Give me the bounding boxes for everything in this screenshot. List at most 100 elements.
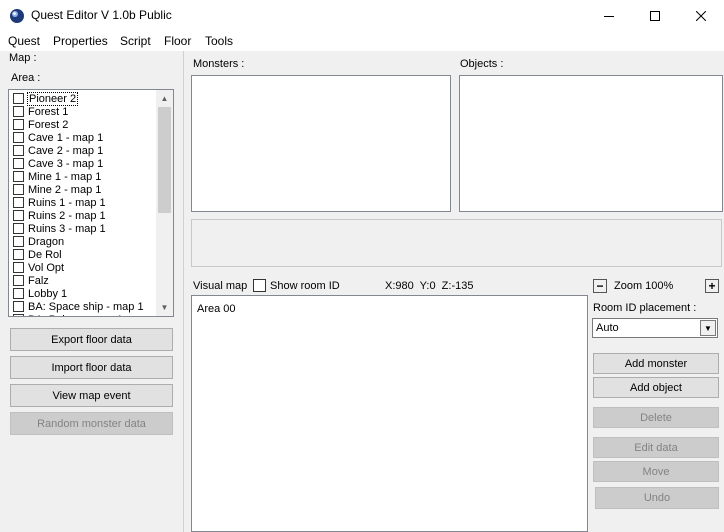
area-list-item[interactable]: Cave 2 - map 1 (13, 144, 103, 157)
area-item-label: Forest 1 (28, 105, 69, 118)
add-object-button[interactable]: Add object (593, 377, 719, 398)
area-item-label: Cave 1 - map 1 (28, 131, 104, 144)
area-checkbox[interactable] (13, 314, 24, 316)
zoom-level: Zoom 100% (614, 280, 674, 292)
menu-bar: Quest Properties Script Floor Tools (0, 31, 724, 51)
area-checkbox[interactable] (13, 236, 24, 247)
area-checkbox[interactable] (13, 288, 24, 299)
room-id-placement-label: Room ID placement : (593, 302, 697, 314)
show-room-id-checkbox[interactable] (253, 279, 266, 292)
edit-data-button[interactable]: Edit data (593, 437, 719, 458)
minimize-button[interactable] (586, 0, 632, 31)
area-item-label: Ruins 2 - map 1 (28, 209, 106, 222)
area-checkbox[interactable] (13, 184, 24, 195)
scroll-up-icon[interactable]: ▲ (156, 90, 173, 107)
area-list-item[interactable]: BA: Space ship - map 1 (13, 300, 144, 313)
area-checkbox[interactable] (13, 158, 24, 169)
maximize-button[interactable] (632, 0, 678, 31)
menu-tools[interactable]: Tools (205, 34, 233, 48)
area-list-item[interactable]: Ruins 3 - map 1 (13, 222, 106, 235)
area-item-label: Dragon (28, 235, 65, 248)
area-item-label: De Rol (28, 248, 62, 261)
area-list-item[interactable]: Forest 1 (13, 105, 68, 118)
close-button[interactable] (678, 0, 724, 31)
objects-label: Objects : (460, 58, 504, 70)
area-checkbox[interactable] (13, 197, 24, 208)
objects-list[interactable] (459, 75, 723, 212)
area-list-item[interactable]: Pioneer 2 (13, 91, 79, 106)
area-item-label: Mine 2 - map 1 (28, 183, 102, 196)
room-id-placement-select[interactable]: Auto ▼ (592, 318, 718, 338)
maximize-icon (650, 10, 660, 21)
area-checkbox[interactable] (13, 249, 24, 260)
area-list-item[interactable]: Vol Opt (13, 261, 64, 274)
zoom-in-button[interactable]: + (705, 279, 719, 293)
delete-button[interactable]: Delete (593, 407, 719, 428)
app-icon (9, 8, 25, 24)
scroll-thumb[interactable] (158, 107, 171, 213)
area-checkbox[interactable] (13, 93, 24, 104)
close-icon (696, 10, 706, 21)
area-checkbox[interactable] (13, 119, 24, 130)
chevron-down-icon: ▼ (700, 320, 716, 336)
area-list-item[interactable]: Cave 1 - map 1 (13, 131, 103, 144)
import-floor-button[interactable]: Import floor data (10, 356, 173, 379)
area-list-item[interactable]: Lobby 1 (13, 287, 67, 300)
area-list-item[interactable]: Ruins 1 - map 1 (13, 196, 106, 209)
view-map-event-button[interactable]: View map event (10, 384, 173, 407)
map-label: Map : (9, 52, 37, 64)
show-room-id-label: Show room ID (270, 280, 340, 292)
area-checkbox[interactable] (13, 210, 24, 221)
add-monster-button[interactable]: Add monster (593, 353, 719, 374)
area-list-item[interactable]: Forest 2 (13, 118, 68, 131)
menu-quest[interactable]: Quest (8, 34, 40, 48)
area-list-item[interactable]: Ruins 2 - map 1 (13, 209, 106, 222)
area-item-label: Lobby 1 (28, 287, 68, 300)
area-item-label: Falz (28, 274, 49, 287)
menu-script[interactable]: Script (120, 34, 151, 48)
area-list-item[interactable]: Dragon (13, 235, 64, 248)
area-item-label: Forest 2 (28, 118, 69, 131)
area-checkbox[interactable] (13, 223, 24, 234)
area-checkbox[interactable] (13, 275, 24, 286)
area-checkbox[interactable] (13, 132, 24, 143)
visual-map-canvas[interactable]: Area 00 (191, 295, 588, 532)
monsters-list[interactable] (191, 75, 451, 212)
area-item-label: Ruins 3 - map 1 (28, 222, 106, 235)
area-checkbox[interactable] (13, 106, 24, 117)
area-name-text: Area 00 (197, 303, 236, 315)
area-list-item[interactable]: Falz (13, 274, 49, 287)
area-item-label: Mine 1 - map 1 (28, 170, 102, 183)
area-item-label: BA: Space ship - map 1 (28, 300, 144, 313)
room-id-placement-value: Auto (596, 322, 619, 334)
export-floor-button[interactable]: Export floor data (10, 328, 173, 351)
area-checkbox[interactable] (13, 171, 24, 182)
visual-map-label: Visual map (193, 280, 248, 292)
area-list-item[interactable]: Mine 2 - map 1 (13, 183, 101, 196)
move-button[interactable]: Move (593, 461, 719, 482)
menu-properties[interactable]: Properties (53, 34, 108, 48)
window-title: Quest Editor V 1.0b Public (31, 8, 172, 22)
info-strip (191, 219, 722, 267)
scroll-down-icon[interactable]: ▼ (156, 299, 173, 316)
area-item-label: Vol Opt (28, 261, 65, 274)
area-list-item[interactable]: Cave 3 - map 1 (13, 157, 103, 170)
area-list-item[interactable]: BA: Palace - map 1 (13, 313, 123, 317)
area-list[interactable]: Pioneer 2 Forest 1 Forest 2 Cave 1 - map 1C… (8, 89, 174, 317)
coordinates-readout: X:980 Y:0 Z:-135 (385, 280, 474, 292)
area-label: Area : (11, 72, 41, 84)
minimize-icon (604, 15, 614, 17)
area-list-item[interactable]: Mine 1 - map 1 (13, 170, 101, 183)
area-checkbox[interactable] (13, 262, 24, 273)
undo-button[interactable]: Undo (595, 487, 719, 509)
area-item-label: BA: Palace - map 1 (28, 314, 123, 317)
area-item-label: Ruins 1 - map 1 (28, 196, 106, 209)
area-list-item[interactable]: De Rol (13, 248, 62, 261)
area-list-scrollbar[interactable]: ▲ ▼ (156, 90, 173, 316)
menu-floor[interactable]: Floor (164, 34, 191, 48)
area-checkbox[interactable] (13, 145, 24, 156)
title-bar: Quest Editor V 1.0b Public (0, 0, 724, 31)
area-checkbox[interactable] (13, 301, 24, 312)
random-monster-button[interactable]: Random monster data (10, 412, 173, 435)
zoom-out-button[interactable]: − (593, 279, 607, 293)
